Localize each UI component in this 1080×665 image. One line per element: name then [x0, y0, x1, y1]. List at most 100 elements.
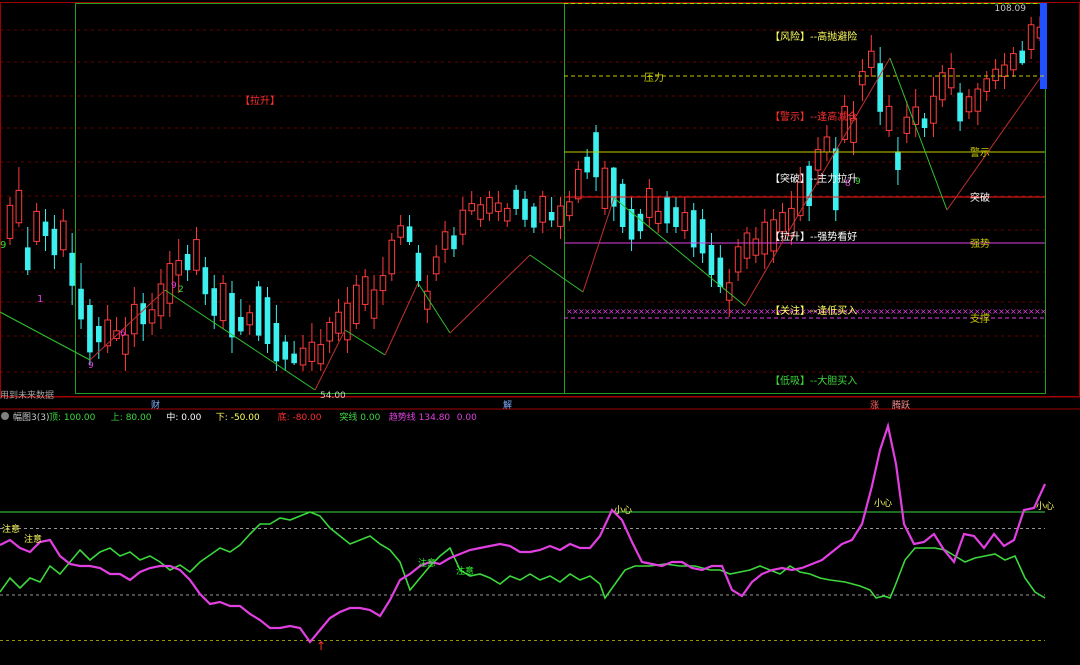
candle-body-down	[593, 132, 599, 178]
candle-body-up	[59, 220, 67, 251]
level-pressure-label: 压力	[644, 71, 664, 84]
candle-body-up	[867, 50, 875, 68]
candle-body-down	[451, 235, 457, 250]
careful-label: 小心	[874, 498, 892, 509]
candle-body-up	[974, 88, 982, 112]
level-support-label: 支撑	[970, 312, 990, 325]
candle-body-up	[246, 312, 254, 326]
indicator-value-2: 中: 0.00	[166, 411, 201, 423]
candle-body-up	[983, 78, 991, 92]
lasheng-left-label: 【拉升】	[240, 94, 280, 107]
candle-body-down	[202, 267, 209, 295]
candle-body-up	[441, 231, 449, 250]
candle-body-down	[282, 341, 289, 360]
indicator-value-4: 底: -80.00	[278, 411, 322, 423]
candle-body-down	[664, 196, 670, 224]
candle-body-down	[140, 303, 146, 325]
candle-body-down	[708, 245, 715, 275]
candle-body-up	[459, 209, 467, 235]
signal-label-lowabs: 【低吸】--大胆买入	[770, 374, 857, 387]
magenta-trend-line	[0, 421, 1046, 644]
candle-body-up	[992, 68, 999, 82]
left-digit-1: 1	[37, 294, 43, 305]
candle-body-up	[814, 149, 822, 171]
candle-body-up	[175, 260, 183, 276]
candle-body-down	[264, 297, 271, 344]
attention-label: 注意	[456, 565, 474, 577]
level-strong-label: 强势	[970, 237, 990, 250]
zigzag-segment	[582, 197, 615, 293]
zigzag-segment	[449, 254, 531, 334]
candle-body-up	[370, 289, 378, 319]
candle-body-up	[1001, 64, 1008, 77]
candle-body-up	[157, 283, 165, 317]
candle-body-down	[51, 228, 58, 256]
wave-digit: 2	[178, 285, 184, 295]
candle-body-up	[1010, 53, 1017, 71]
candle-body-down	[238, 317, 244, 332]
candle-body-up	[486, 197, 493, 214]
candle-body-down	[531, 206, 537, 228]
candle-body-up	[379, 275, 387, 292]
candle-body-down	[548, 212, 555, 221]
candle-body-up	[6, 204, 14, 239]
candle-body-up	[939, 72, 946, 101]
signal-label-warn: 【警示】--逢高减仓	[770, 110, 857, 123]
candle-body-down	[229, 293, 235, 338]
candle-body-up	[601, 167, 609, 209]
candle-body-down	[211, 288, 218, 316]
zigzag-segment	[613, 197, 746, 307]
candle-body-up	[503, 207, 511, 222]
indicator-panel: 幅图3(3) 顶: 100.00 上: 80.00 中: 0.00 下: -50.00 底…	[0, 411, 1054, 653]
candle-body-down	[690, 210, 697, 248]
candle-body-down	[42, 221, 49, 236]
signal-label-risk: 【风险】--高抛避险	[770, 30, 857, 43]
candle-body-up	[566, 201, 573, 217]
candle-body-up	[495, 202, 502, 212]
candle-body-down	[273, 323, 280, 362]
candle-body-up	[352, 284, 360, 325]
collapse-icon	[1, 412, 9, 420]
candle-body-down	[610, 167, 617, 207]
candle-body-up	[193, 239, 200, 271]
zigzag-segment	[164, 289, 316, 391]
candle-body-down	[522, 198, 528, 220]
signal-label-breakout: 【突破】--主力拉升	[770, 172, 857, 185]
candle-body-down	[717, 257, 724, 287]
zigzag-segment	[0, 311, 91, 361]
candle-body-up	[335, 311, 342, 334]
careful-label: 小心	[614, 505, 632, 516]
signal-label-lift: 【拉升】--强势看好	[770, 230, 857, 243]
price-top-label: 108.09	[995, 4, 1027, 14]
indicator-value-1: 上: 80.00	[111, 412, 152, 423]
candle-body-down	[24, 247, 31, 271]
wave-digit: 9	[88, 361, 94, 371]
candle-body-down	[95, 326, 102, 343]
candle-body-up	[326, 321, 333, 342]
candle-body-down	[184, 254, 191, 271]
candle-body-down	[78, 288, 84, 320]
candle-body-down	[255, 286, 262, 336]
candle-body-up	[148, 309, 156, 324]
level-breakout-label: 突破	[970, 191, 990, 204]
tag-tengyue: 腾跃	[892, 399, 910, 411]
candle-body-up	[859, 71, 866, 86]
wave-digit: 6	[120, 329, 126, 339]
kline-chart-canvas: × × × × × × × × × × × × × × × × × × × × × × × × × × × × × × × × × × × × × × × ×…	[0, 2, 1080, 653]
zigzag-segment	[384, 282, 419, 356]
candle-body-up	[885, 105, 893, 131]
tag-jie: 解	[503, 399, 512, 411]
green-oscillator-line	[0, 511, 1046, 600]
indicator-value-3: 下: -50.00	[216, 413, 260, 423]
price-low-label: 54.00	[320, 391, 346, 401]
candle-body-up	[646, 188, 653, 218]
careful-label: 小心	[1036, 501, 1054, 512]
indicator-value-7: 0.00	[457, 413, 477, 423]
candle-body-down	[415, 252, 422, 281]
candle-body-up	[361, 276, 369, 305]
up-arrow-marker: ↑	[316, 639, 326, 653]
candle-body-up	[965, 96, 973, 113]
candle-body-down	[584, 156, 590, 173]
candle-body-up	[779, 212, 786, 233]
candle-body-up	[761, 221, 769, 255]
